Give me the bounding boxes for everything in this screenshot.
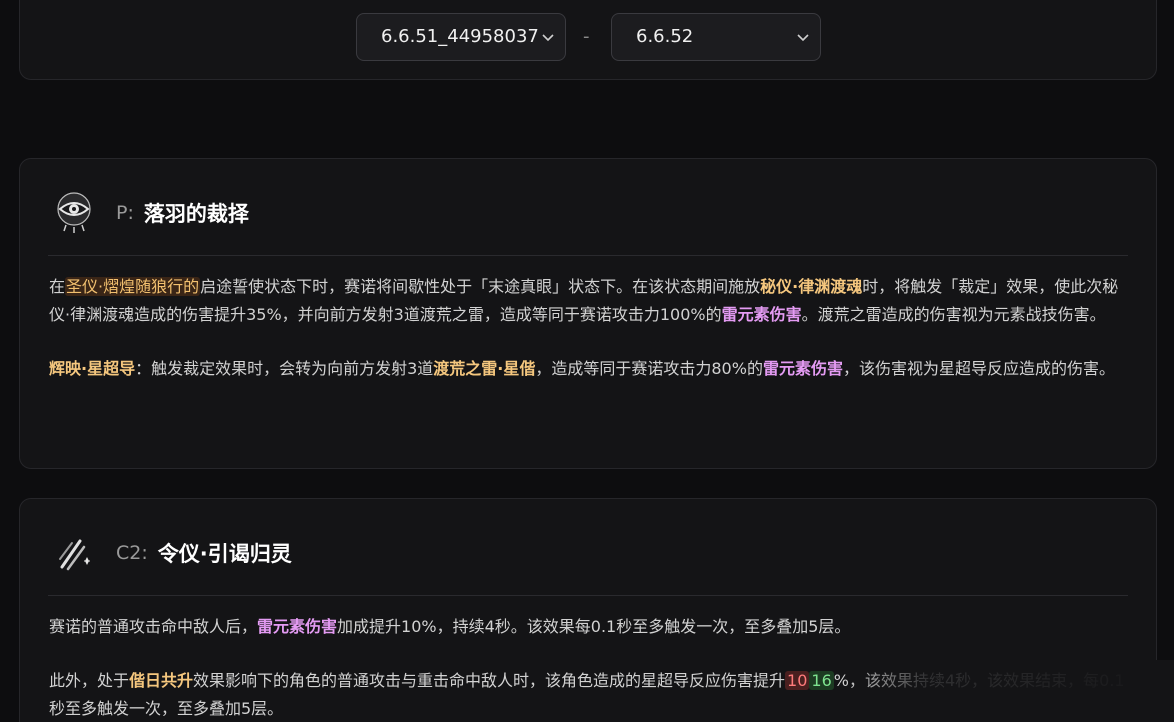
text: 。渡荒之雷造成的伤害视为元素战技伤害。 bbox=[801, 305, 1106, 324]
talent-header: C2: 令仪·引谒归灵 bbox=[48, 525, 292, 581]
to-version-value: 6.6.52 bbox=[636, 26, 694, 47]
added-value: 16 bbox=[809, 671, 834, 690]
version-compare-card: 6.6.51_44958037 - 6.6.52 bbox=[19, 0, 1157, 80]
element-keyword: 雷元素伤害 bbox=[721, 305, 802, 324]
keyword: 渡荒之雷·星偕 bbox=[433, 359, 536, 378]
keyword: 偕日共升 bbox=[129, 671, 194, 690]
keyword: 辉映·星超导 bbox=[49, 359, 136, 378]
text: 赛诺的普通攻击命中敌人后， bbox=[49, 617, 258, 636]
changed-keyword: 圣仪·熠煌随狼行的 bbox=[65, 277, 201, 296]
chevron-down-icon bbox=[542, 34, 554, 42]
to-version-select[interactable]: 6.6.52 bbox=[611, 13, 821, 61]
paragraph: 在圣仪·熠煌随狼行的启途誓使状态下时，赛诺将间歇性处于「末途真眼」状态下。在该状… bbox=[49, 273, 1132, 329]
passive-talent-card: P: 落羽的裁择 在圣仪·熠煌随狼行的启途誓使状态下时，赛诺将间歇性处于「末途真… bbox=[19, 158, 1157, 469]
text: 此外，处于 bbox=[49, 671, 130, 690]
text: 在 bbox=[49, 277, 66, 296]
from-version-value: 6.6.51_44958037 bbox=[381, 26, 539, 47]
talent-header: P: 落羽的裁择 bbox=[48, 185, 249, 241]
talent-title: 令仪·引谒归灵 bbox=[157, 542, 292, 566]
paragraph: 辉映·星超导：触发裁定效果时，会转为向前方发射3道渡荒之雷·星偕，造成等同于赛诺… bbox=[49, 355, 1132, 383]
talent-prefix: C2: bbox=[116, 542, 148, 564]
keyword: 秘仪·律渊渡魂 bbox=[760, 277, 863, 296]
element-keyword: 雷元素伤害 bbox=[762, 359, 843, 378]
text: 效果影响下的角色的普通攻击与重击命中敌人时，该角色造成的星超导反应伤害提升 bbox=[193, 671, 786, 690]
divider bbox=[48, 255, 1128, 256]
chevron-down-icon bbox=[797, 34, 809, 42]
claw-slash-icon bbox=[48, 527, 100, 579]
text: ，该伤害视为星超导反应造成的伤害。 bbox=[842, 359, 1115, 378]
eye-sigil-icon bbox=[48, 187, 100, 239]
blur-overlay bbox=[844, 660, 1174, 722]
divider bbox=[48, 595, 1128, 596]
removed-value: 10 bbox=[785, 671, 810, 690]
text: ：触发裁定效果时，会转为向前方发射3道 bbox=[135, 359, 434, 378]
text: 加成提升10%，持续4秒。该效果每0.1秒至多触发一次，至多叠加5层。 bbox=[337, 617, 851, 636]
talent-title: 落羽的裁择 bbox=[143, 202, 249, 226]
text: 启途誓使状态下时，赛诺将间歇性处于「末途真眼」状态下。在该状态期间施放 bbox=[200, 277, 761, 296]
talent-description: 在圣仪·熠煌随狼行的启途誓使状态下时，赛诺将间歇性处于「末途真眼」状态下。在该状… bbox=[49, 273, 1132, 409]
text: ，造成等同于赛诺攻击力80%的 bbox=[535, 359, 763, 378]
talent-prefix: P: bbox=[116, 202, 134, 224]
element-keyword: 雷元素伤害 bbox=[257, 617, 338, 636]
paragraph: 赛诺的普通攻击命中敌人后，雷元素伤害加成提升10%，持续4秒。该效果每0.1秒至… bbox=[49, 613, 1132, 641]
from-version-select[interactable]: 6.6.51_44958037 bbox=[356, 13, 566, 61]
version-separator: - bbox=[583, 26, 590, 47]
